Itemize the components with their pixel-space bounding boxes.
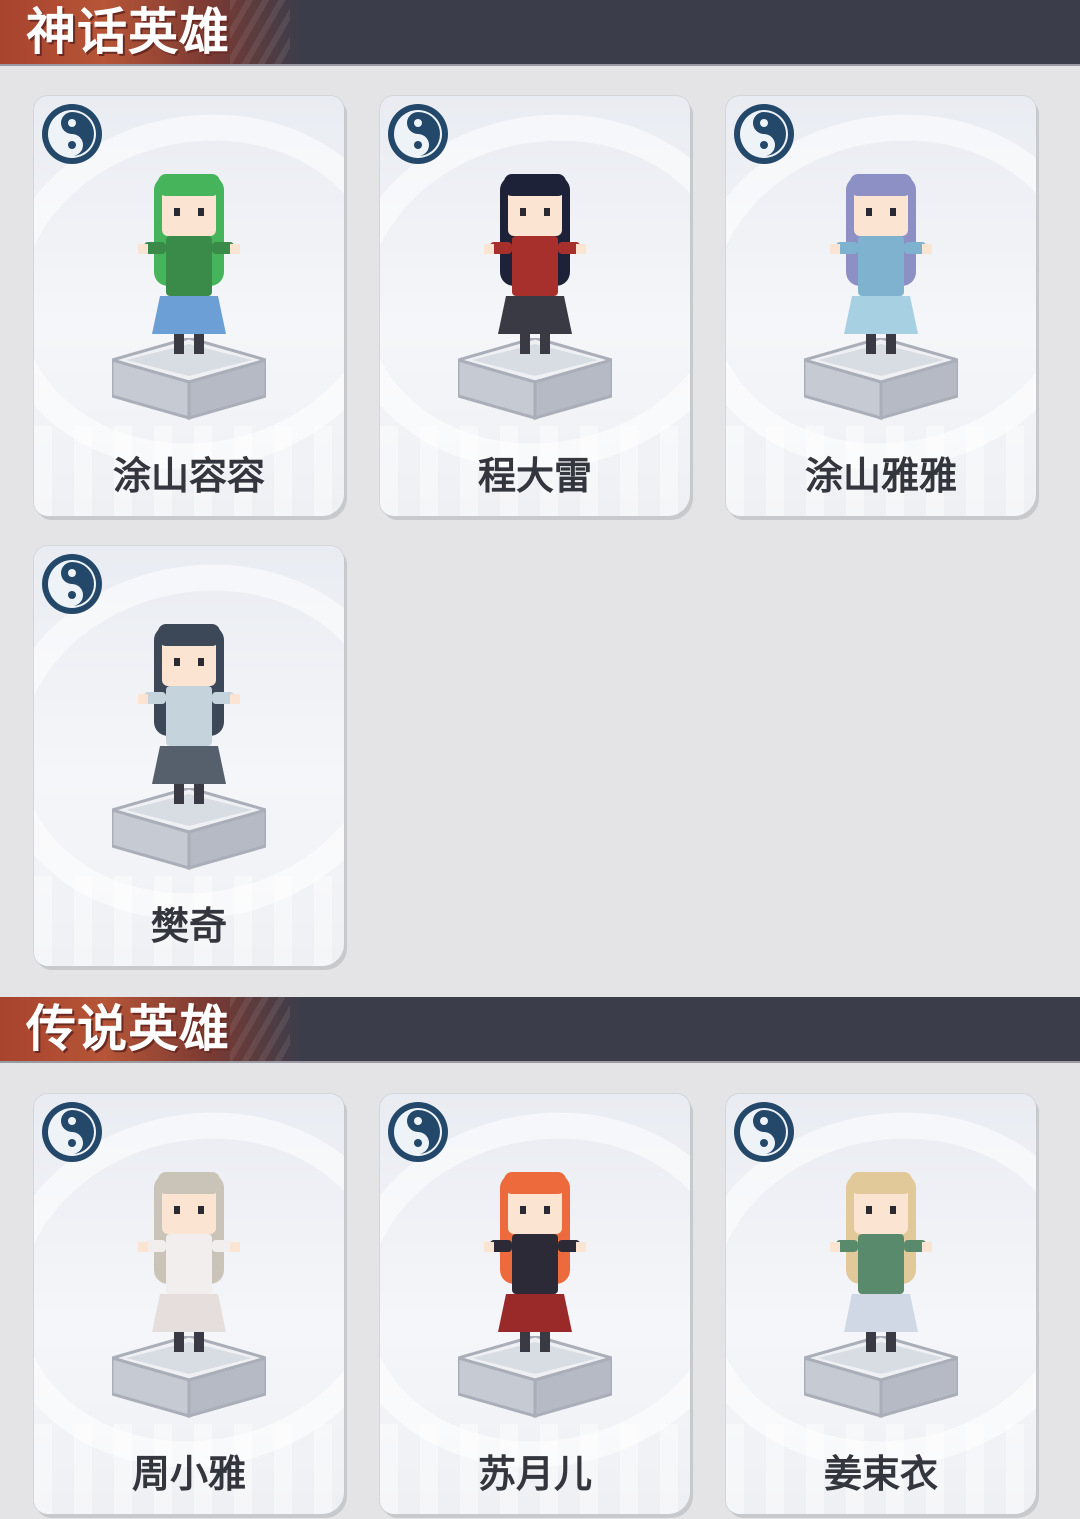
hero-sprite (786, 1144, 976, 1394)
hero-sprite (440, 146, 630, 396)
hero-sprite (786, 146, 976, 396)
hero-name: 程大雷 (477, 454, 592, 498)
hero-collection-page: 神话英雄 传说英雄 涂山容容 程大雷 涂山雅雅 樊奇 周小雅 苏月儿 姜束衣 (0, 0, 1080, 1519)
section-title: 神话英雄 (26, 3, 230, 61)
hero-name: 涂山雅雅 (804, 454, 957, 498)
hero-name: 姜束衣 (823, 1452, 938, 1496)
hero-card[interactable]: 樊奇 (34, 546, 344, 966)
hero-name: 苏月儿 (477, 1452, 592, 1496)
hero-card[interactable]: 涂山雅雅 (726, 96, 1036, 516)
hero-name: 樊奇 (150, 904, 227, 948)
hero-card[interactable]: 苏月儿 (380, 1094, 690, 1514)
hero-sprite (94, 146, 284, 396)
section-header-mythic: 神话英雄 (0, 0, 1080, 66)
header-stripes (230, 0, 290, 64)
section-title: 传说英雄 (26, 1000, 230, 1058)
hero-sprite (94, 1144, 284, 1394)
header-stripes (230, 997, 290, 1061)
section-header-legendary: 传说英雄 (0, 997, 1080, 1063)
hero-name: 涂山容容 (112, 454, 265, 498)
hero-card[interactable]: 姜束衣 (726, 1094, 1036, 1514)
hero-name: 周小雅 (131, 1452, 246, 1496)
hero-card[interactable]: 程大雷 (380, 96, 690, 516)
hero-card[interactable]: 涂山容容 (34, 96, 344, 516)
hero-sprite (94, 596, 284, 846)
hero-card[interactable]: 周小雅 (34, 1094, 344, 1514)
hero-sprite (440, 1144, 630, 1394)
